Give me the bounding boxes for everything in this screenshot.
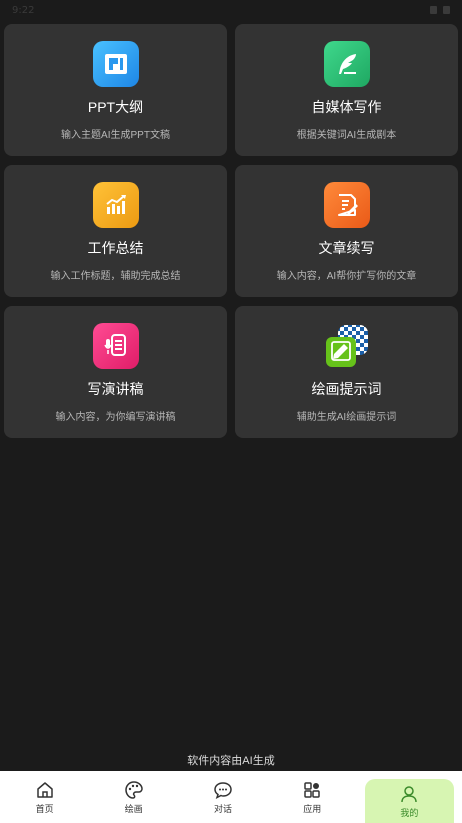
card-ppt-outline[interactable]: PPT大纲 输入主题AI生成PPT文稿	[4, 24, 227, 156]
tab-home[interactable]: 首页	[0, 771, 89, 823]
card-description: 根据关键词AI生成剧本	[296, 130, 397, 141]
card-speech-writing[interactable]: 写演讲稿 输入内容，为你编写演讲稿	[4, 306, 227, 438]
feather-icon	[323, 41, 370, 87]
tab-label: 绘画	[124, 803, 143, 814]
chat-icon	[214, 781, 232, 799]
card-title: 自媒体写作	[311, 99, 382, 115]
tab-chat[interactable]: 对话	[178, 771, 267, 823]
status-time: 9:22	[12, 4, 35, 16]
tab-label: 我的	[400, 807, 419, 818]
document-edit-icon	[323, 182, 370, 228]
microphone-icon	[92, 323, 139, 369]
ppt-icon	[92, 41, 139, 87]
tab-label: 首页	[35, 803, 54, 814]
battery-icon	[443, 6, 450, 14]
tab-label: 应用	[303, 803, 322, 814]
bottom-tab-bar: 首页 绘画 对话 应用 我的	[0, 771, 462, 823]
tab-painting[interactable]: 绘画	[89, 771, 178, 823]
card-painting-prompt[interactable]: 绘画提示词 辅助生成AI绘画提示词	[235, 306, 458, 438]
card-description: 输入工作标题，辅助完成总结	[50, 271, 181, 282]
card-title: PPT大纲	[87, 99, 144, 115]
apps-icon	[304, 781, 320, 798]
card-title: 工作总结	[87, 240, 144, 256]
card-media-writing[interactable]: 自媒体写作 根据关键词AI生成剧本	[235, 24, 458, 156]
card-description: 辅助生成AI绘画提示词	[296, 412, 397, 423]
user-icon	[401, 785, 418, 802]
chart-icon	[92, 182, 139, 228]
feature-grid: PPT大纲 输入主题AI生成PPT文稿 自媒体写作 根据关键词AI生成剧本 工作…	[4, 24, 458, 438]
tab-apps[interactable]: 应用	[268, 771, 357, 823]
wifi-icon	[430, 6, 437, 14]
card-description: 输入内容，为你编写演讲稿	[55, 412, 176, 423]
tab-mine[interactable]: 我的	[364, 779, 455, 823]
palette-icon	[125, 780, 143, 799]
card-title: 写演讲稿	[87, 381, 144, 397]
tab-label: 对话	[214, 803, 233, 814]
card-article-continuation[interactable]: 文章续写 输入内容，AI帮你扩写你的文章	[235, 165, 458, 297]
home-icon	[36, 781, 53, 798]
status-icons	[430, 6, 450, 14]
card-title: 文章续写	[318, 240, 375, 256]
ai-disclaimer: 软件内容由AI生成	[187, 755, 275, 767]
card-work-summary[interactable]: 工作总结 输入工作标题，辅助完成总结	[4, 165, 227, 297]
card-description: 输入内容，AI帮你扩写你的文章	[276, 271, 417, 282]
status-bar: 9:22	[0, 0, 462, 20]
card-description: 输入主题AI生成PPT文稿	[61, 130, 170, 141]
paint-edit-icon	[324, 323, 370, 369]
card-title: 绘画提示词	[311, 381, 382, 397]
